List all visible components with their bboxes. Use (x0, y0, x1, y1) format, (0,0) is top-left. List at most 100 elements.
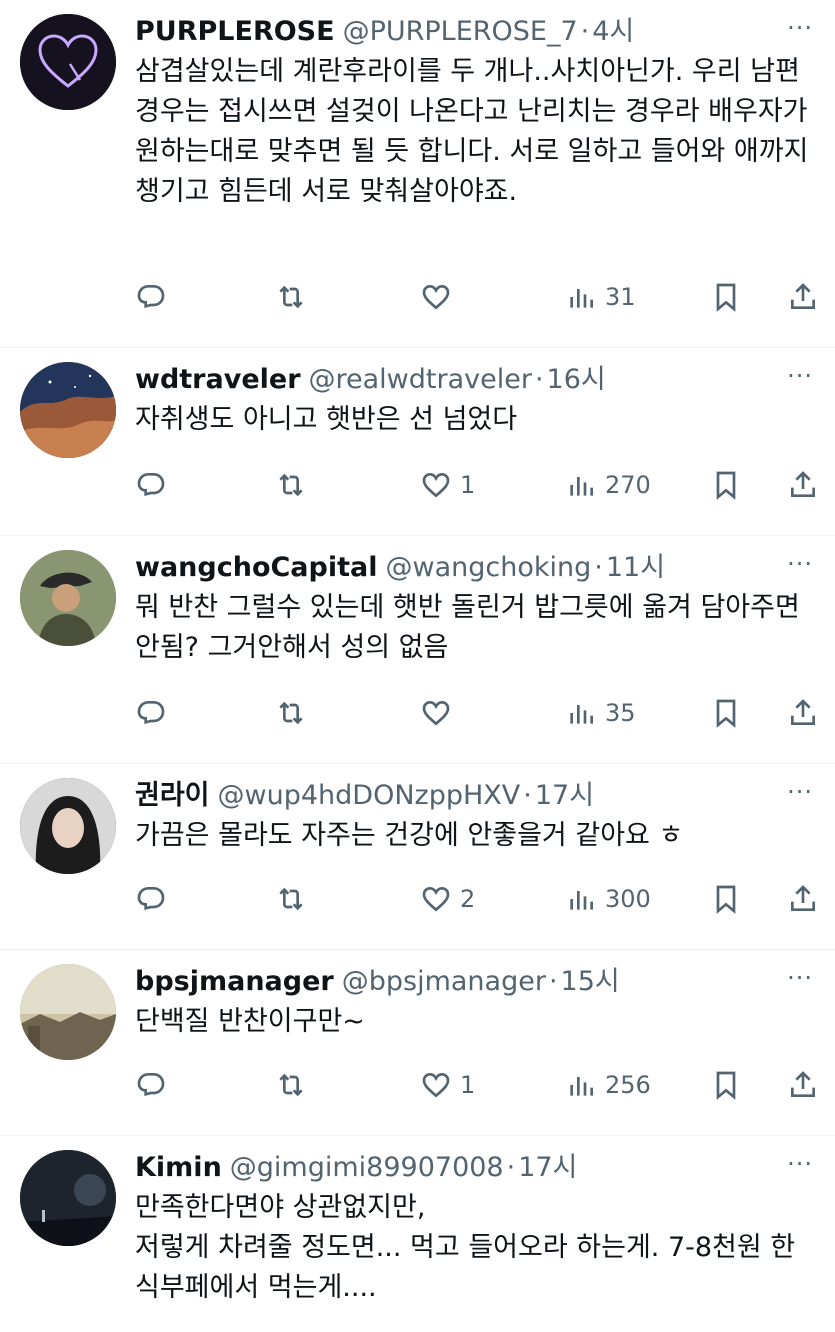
views-count: 300 (605, 885, 651, 913)
user-handle[interactable]: @PURPLEROSE_7 (343, 14, 578, 50)
views-chart-icon (570, 477, 593, 496)
separator-dot: · (594, 552, 603, 583)
reply-icon (137, 887, 165, 911)
tweet[interactable]: ··· 권라이 @wup4hdDONzppHXV · 17시 가끔은 몰라도 자… (0, 764, 835, 950)
like-button[interactable]: 1 (420, 468, 475, 502)
views-count: 35 (605, 699, 636, 727)
separator-dot: · (580, 16, 590, 47)
timestamp[interactable]: 4시 (592, 14, 634, 50)
bookmark-icon (716, 471, 736, 500)
tweet-text: 자취생도 아니고 햇반은 선 넘었다 (135, 404, 518, 435)
retweet-button[interactable] (275, 280, 307, 314)
timestamp[interactable]: 15시 (561, 964, 620, 1000)
tweet-text: 가끔은 몰라도 자주는 건강에 안좋을거 같아요 ㅎ (135, 820, 684, 851)
retweet-button[interactable] (275, 882, 307, 916)
views-button[interactable]: 31 (565, 280, 636, 314)
more-options-icon[interactable]: ··· (787, 780, 813, 804)
like-count: 2 (460, 885, 476, 913)
views-button[interactable]: 256 (565, 1068, 651, 1102)
reply-button[interactable] (135, 696, 167, 730)
tweet[interactable]: ··· PURPLEROSE @PURPLEROSE_7 · 4시 삼겹살있는데… (0, 0, 835, 348)
views-chart-icon (570, 1077, 593, 1096)
display-name[interactable]: 권라이 (135, 778, 210, 814)
views-chart-icon (570, 289, 593, 308)
user-handle[interactable]: @wangchoking (386, 550, 592, 586)
tweet[interactable]: ··· wdtraveler @realwdtraveler · 16시 자취생… (0, 348, 835, 536)
user-handle[interactable]: @wup4hdDONzppHXV (218, 778, 521, 814)
landscape-photo-icon (20, 964, 116, 1060)
more-options-icon[interactable]: ··· (787, 966, 813, 990)
avatar[interactable] (20, 14, 116, 110)
share-button[interactable] (787, 696, 819, 730)
views-button[interactable]: 270 (565, 468, 651, 502)
night-photo-icon (20, 1150, 116, 1246)
timestamp[interactable]: 16시 (547, 362, 606, 398)
tweet-text: 삼겹살있는데 계란후라이를 두 개나..사치아닌가. 우리 남편 경우는 접시쓰… (135, 56, 817, 207)
share-button[interactable] (787, 1068, 819, 1102)
views-button[interactable]: 35 (565, 696, 636, 730)
retweet-button[interactable] (275, 468, 307, 502)
reply-button[interactable] (135, 280, 167, 314)
more-options-icon[interactable]: ··· (787, 1152, 813, 1176)
tweet-text: 만족한다면야 상관없지만, 저렇게 차려줄 정도면... 먹고 들어오라 하는게… (135, 1192, 796, 1303)
avatar[interactable] (20, 362, 116, 458)
avatar[interactable] (20, 1150, 116, 1246)
share-icon (791, 471, 815, 497)
retweet-icon (279, 887, 303, 911)
action-bar: 35 (135, 682, 819, 752)
like-button[interactable] (420, 696, 460, 730)
retweet-button[interactable] (275, 1068, 307, 1102)
reply-button[interactable] (135, 468, 167, 502)
tweet[interactable]: ··· Kimin @gimgimi89907008 · 17시 만족한다면야 … (0, 1136, 835, 1332)
reply-button[interactable] (135, 882, 167, 916)
avatar[interactable] (20, 778, 116, 874)
share-icon (791, 283, 815, 309)
display-name[interactable]: wdtraveler (135, 362, 301, 398)
bookmark-button[interactable] (710, 696, 742, 730)
views-button[interactable]: 300 (565, 882, 651, 916)
timestamp[interactable]: 11시 (606, 550, 665, 586)
bookmark-button[interactable] (710, 1068, 742, 1102)
retweet-icon (279, 473, 303, 497)
views-count: 256 (605, 1071, 651, 1099)
share-button[interactable] (787, 468, 819, 502)
tweet[interactable]: ··· bpsjmanager @bpsjmanager · 15시 단백질 반… (0, 950, 835, 1136)
display-name[interactable]: wangchoCapital (135, 550, 378, 586)
tweet[interactable]: ··· wangchoCapital @wangchoking · 11시 뭐 … (0, 536, 835, 764)
reply-button[interactable] (135, 1068, 167, 1102)
action-bar: 1 256 (135, 1054, 819, 1124)
action-bar: 1 270 (135, 454, 819, 524)
separator-dot: · (506, 1152, 516, 1183)
avatar[interactable] (20, 964, 116, 1060)
display-name[interactable]: Kimin (135, 1150, 222, 1186)
display-name[interactable]: PURPLEROSE (135, 14, 335, 50)
like-button[interactable] (420, 280, 460, 314)
display-name[interactable]: bpsjmanager (135, 964, 334, 1000)
reply-icon (137, 701, 165, 725)
retweet-button[interactable] (275, 696, 307, 730)
like-button[interactable]: 1 (420, 1068, 475, 1102)
share-button[interactable] (787, 280, 819, 314)
bookmark-button[interactable] (710, 882, 742, 916)
heart-icon (422, 886, 450, 912)
bookmark-icon (716, 283, 736, 312)
bookmark-button[interactable] (710, 468, 742, 502)
bookmark-button[interactable] (710, 280, 742, 314)
avatar[interactable] (20, 550, 116, 646)
like-button[interactable]: 2 (420, 882, 475, 916)
separator-dot: · (523, 780, 532, 811)
bookmark-icon (716, 1071, 736, 1100)
separator-dot: · (534, 364, 544, 395)
timestamp[interactable]: 17시 (518, 1150, 577, 1186)
user-handle[interactable]: @realwdtraveler (309, 362, 532, 398)
retweet-icon (279, 701, 303, 725)
user-handle[interactable]: @bpsjmanager (342, 964, 546, 1000)
share-button[interactable] (787, 882, 819, 916)
more-options-icon[interactable]: ··· (787, 16, 813, 40)
tweet-text: 단백질 반찬이구만~ (135, 1006, 365, 1037)
more-options-icon[interactable]: ··· (787, 364, 813, 388)
timestamp[interactable]: 17시 (535, 778, 594, 814)
views-count: 31 (605, 283, 636, 311)
more-options-icon[interactable]: ··· (787, 552, 813, 576)
user-handle[interactable]: @gimgimi89907008 (230, 1150, 504, 1186)
